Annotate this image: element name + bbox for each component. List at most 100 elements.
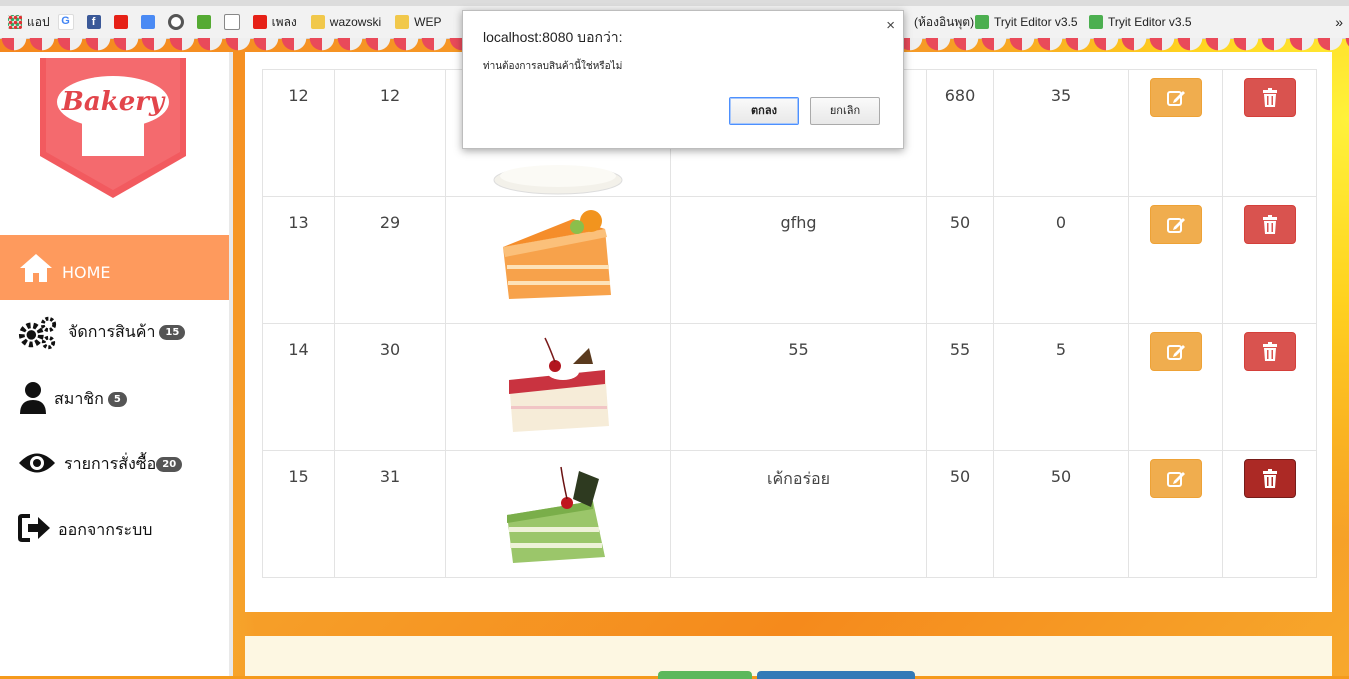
youtube-icon	[113, 15, 128, 29]
translate-icon	[140, 15, 155, 29]
gears-icon	[18, 315, 58, 351]
product-stock-cell: 50	[993, 450, 1129, 578]
w3-icon	[975, 15, 989, 29]
home-icon	[18, 250, 58, 286]
product-image-cell	[445, 450, 671, 578]
delete-cell	[1222, 323, 1317, 451]
bookmark-apps[interactable]: แอป	[8, 13, 50, 32]
sidebar-item-orders[interactable]: รายการสั่งซื้อ 20	[0, 430, 229, 495]
bookmark-input[interactable]: (ห้องอินพุต)	[914, 13, 974, 32]
bookmark-google[interactable]: G	[57, 14, 79, 30]
confirm-dialog: localhost:8080 บอกว่า: × ท่านต้องการลบสิ…	[462, 10, 904, 149]
table-row: 14 30 55 55 5	[262, 323, 1317, 451]
products-count-badge: 15	[159, 325, 186, 340]
bookmark-music[interactable]: เพลง	[252, 13, 297, 32]
facebook-icon: f	[86, 15, 101, 29]
bookmark-facebook[interactable]: f	[86, 15, 106, 29]
product-price-cell: 50	[926, 450, 994, 578]
bookmark-tryit-2[interactable]: Tryit Editor v3.5	[1089, 15, 1192, 29]
bookmark-youtube[interactable]	[113, 15, 133, 29]
footer-green-button[interactable]	[658, 671, 752, 679]
delete-cell	[1222, 69, 1317, 197]
cancel-button[interactable]: ยกเลิก	[810, 97, 880, 125]
edit-button[interactable]	[1149, 459, 1202, 498]
ring-icon	[167, 14, 184, 30]
delete-button[interactable]	[1243, 205, 1296, 244]
members-count-badge: 5	[107, 392, 127, 407]
sign-out-icon	[18, 510, 58, 546]
bookmarks-more-chevron[interactable]: »	[1335, 14, 1343, 30]
product-price-cell: 680	[926, 69, 994, 197]
edit-icon	[1166, 472, 1185, 487]
close-icon[interactable]: ×	[886, 17, 895, 34]
delete-cell	[1222, 450, 1317, 578]
youtube-icon	[252, 15, 267, 29]
row-number-cell: 14	[262, 323, 335, 451]
strawberry-cake-image	[509, 337, 609, 432]
sidebar-item-home[interactable]: HOME	[0, 235, 229, 300]
bakery-logo[interactable]: Bakery	[40, 58, 186, 198]
product-id-cell: 29	[334, 196, 446, 324]
footer-panel	[245, 636, 1332, 679]
edit-icon	[1166, 218, 1185, 233]
trash-icon	[1262, 469, 1277, 488]
document-icon	[223, 14, 240, 30]
orange-cake-image	[503, 210, 611, 299]
table-row: 13 29 gfhg 50 0	[262, 196, 1317, 324]
sidebar-item-label: ออกจากระบบ	[58, 520, 153, 539]
bookmark-square-app[interactable]	[196, 15, 216, 29]
edit-button[interactable]	[1149, 332, 1202, 371]
bookmark-document[interactable]	[223, 14, 245, 30]
product-stock-cell: 0	[993, 196, 1129, 324]
footer-blue-button[interactable]	[757, 671, 915, 679]
ok-button[interactable]: ตกลง	[729, 97, 799, 125]
trash-icon	[1262, 215, 1277, 234]
w3-icon	[1089, 15, 1103, 29]
edit-cell	[1128, 69, 1223, 197]
product-image-cell	[445, 196, 671, 324]
product-stock-cell: 5	[993, 323, 1129, 451]
delete-cell	[1222, 196, 1317, 324]
edit-icon	[1166, 345, 1185, 360]
product-name-cell: gfhg	[670, 196, 927, 324]
edit-cell	[1128, 450, 1223, 578]
edit-icon	[1166, 91, 1185, 106]
product-name-cell: เค้กอร่อย	[670, 450, 927, 578]
bookmark-wep[interactable]: WEP	[395, 15, 442, 29]
folder-icon	[310, 15, 325, 29]
row-number-cell: 15	[262, 450, 335, 578]
edit-button[interactable]	[1149, 78, 1202, 117]
sidebar-item-products[interactable]: จัดการสินค้า 15	[0, 300, 229, 365]
bookmark-translate[interactable]	[140, 15, 160, 29]
product-price-cell: 55	[926, 323, 994, 451]
bookmark-wazowski[interactable]: wazowski	[310, 15, 381, 29]
product-id-cell: 12	[334, 69, 446, 197]
product-image-cell	[445, 323, 671, 451]
eye-icon	[18, 445, 58, 481]
sidebar-item-label: สมาชิก	[54, 389, 104, 408]
delete-button[interactable]	[1243, 332, 1296, 371]
sidebar-item-label: HOME	[62, 263, 111, 282]
product-id-cell: 30	[334, 323, 446, 451]
bookmark-ring[interactable]	[167, 14, 189, 30]
sidebar-item-members[interactable]: สมาชิก 5	[0, 365, 229, 430]
sidebar-item-logout[interactable]: ออกจากระบบ	[0, 495, 229, 560]
apps-icon	[8, 15, 22, 29]
edit-cell	[1128, 196, 1223, 324]
folder-icon	[395, 15, 410, 29]
row-number-cell: 13	[262, 196, 335, 324]
sidebar-item-label: รายการสั่งซื้อ	[64, 454, 157, 473]
row-number-cell: 12	[262, 69, 335, 197]
dialog-message: ท่านต้องการลบสินค้านี้ใช่หรือไม่	[483, 61, 623, 72]
edit-cell	[1128, 323, 1223, 451]
delete-button[interactable]	[1243, 459, 1296, 498]
edit-button[interactable]	[1149, 205, 1202, 244]
table-row: 15 31 เค้กอร่อย 50 50	[262, 450, 1317, 578]
product-id-cell: 31	[334, 450, 446, 578]
orders-count-badge: 20	[156, 457, 183, 472]
sidebar-item-label: จัดการสินค้า	[68, 322, 156, 341]
bookmark-tryit-1[interactable]: Tryit Editor v3.5	[975, 15, 1078, 29]
google-icon: G	[57, 14, 74, 30]
product-name-cell: 55	[670, 323, 927, 451]
delete-button[interactable]	[1243, 78, 1296, 117]
